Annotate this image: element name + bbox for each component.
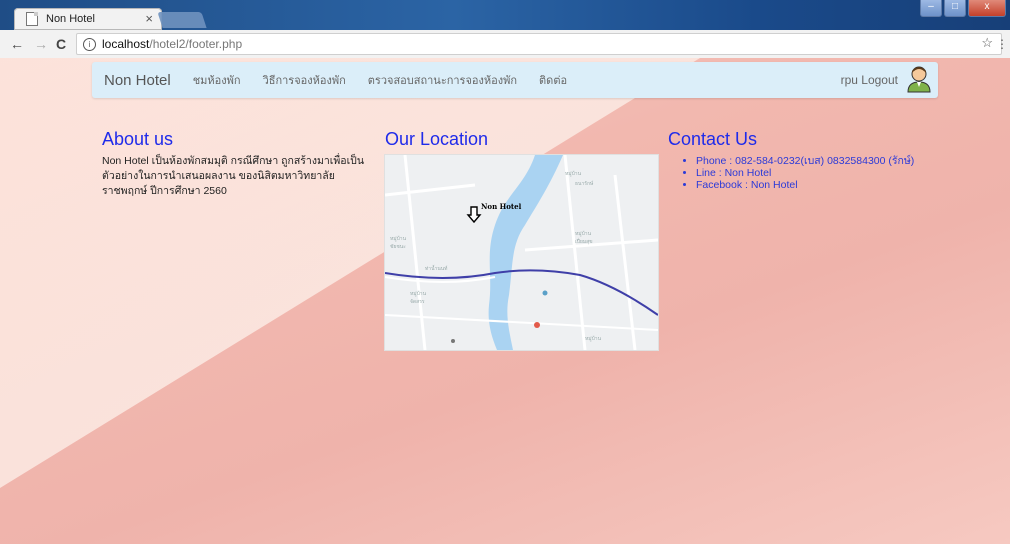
svg-text:หมู่บ้าน: หมู่บ้าน	[565, 170, 582, 177]
window-close-button[interactable]: x	[968, 0, 1006, 17]
location-title: Our Location	[385, 129, 489, 149]
window-controls: – □ x	[918, 0, 1006, 17]
minimize-button[interactable]: –	[920, 0, 942, 17]
page-viewport: Non Hotel ชมห้องพัก วิธีการจองห้องพัก ตร…	[0, 58, 1010, 544]
tab-close-icon[interactable]: ×	[145, 11, 153, 26]
about-text: Non Hotel เป็นห้องพักสมมุติ กรณีศึกษา ถู…	[102, 155, 365, 197]
forward-button[interactable]: →	[34, 36, 48, 52]
svg-text:หมู่บ้าน: หมู่บ้าน	[575, 230, 592, 237]
nav-link-howto-book[interactable]: วิธีการจองห้องพัก	[263, 71, 346, 89]
url-path: /hotel2/footer.php	[149, 37, 243, 51]
site-info-icon[interactable]: i	[83, 37, 96, 51]
about-title: About us	[102, 129, 174, 149]
contact-phone[interactable]: Phone : 082-584-0232(เบส) 0832584300 (รั…	[696, 155, 914, 167]
user-avatar-icon[interactable]	[906, 65, 932, 93]
contact-line[interactable]: Line : Non Hotel	[696, 167, 914, 179]
browser-menu-icon[interactable]: ⋮	[996, 37, 1008, 51]
maximize-button[interactable]: □	[944, 0, 966, 17]
url-host: localhost	[102, 37, 150, 51]
new-tab-button[interactable]	[157, 12, 207, 28]
brand-link[interactable]: Non Hotel	[104, 72, 171, 89]
svg-text:เปี่ยมสุข: เปี่ยมสุข	[575, 238, 593, 245]
address-bar-row: ← → C i localhost/hotel2/footer.php ☆ ⋮	[0, 30, 1010, 59]
back-button[interactable]: ←	[10, 36, 24, 52]
tab-title: Non Hotel	[46, 13, 95, 25]
svg-text:ธนารักษ์: ธนารักษ์	[575, 180, 594, 187]
reload-button[interactable]: C	[56, 36, 66, 52]
url-input[interactable]: i localhost/hotel2/footer.php ☆	[76, 33, 1002, 55]
bookmark-star-icon[interactable]: ☆	[981, 35, 993, 51]
location-map[interactable]: หมู่บ้าน ธนารักษ์ หมู่บ้าน เปี่ยมสุข หมู…	[384, 154, 659, 351]
browser-tab[interactable]: Non Hotel ×	[14, 8, 162, 30]
svg-text:หมู่บ้าน: หมู่บ้าน	[585, 335, 602, 342]
page-icon	[26, 12, 38, 26]
svg-text:จัดสรร: จัดสรร	[410, 299, 425, 305]
nav-link-rooms[interactable]: ชมห้องพัก	[193, 71, 241, 89]
browser-tab-strip: Non Hotel × – □ x	[0, 0, 1010, 30]
contact-title: Contact Us	[668, 129, 758, 149]
nav-link-contact[interactable]: ติดต่อ	[539, 71, 567, 89]
nav-link-booking-status[interactable]: ตรวจสอบสถานะการจองห้องพัก	[368, 71, 517, 89]
contact-list: Phone : 082-584-0232(เบส) 0832584300 (รั…	[680, 155, 914, 191]
svg-text:หมู่บ้าน: หมู่บ้าน	[390, 235, 407, 242]
svg-text:หมู่บ้าน: หมู่บ้าน	[410, 290, 427, 297]
svg-text:ชัยชนะ: ชัยชนะ	[390, 244, 406, 250]
map-marker-label: Non Hotel	[481, 202, 522, 211]
logout-link[interactable]: rpu Logout	[841, 73, 898, 87]
top-navbar: Non Hotel ชมห้องพัก วิธีการจองห้องพัก ตร…	[92, 62, 938, 98]
contact-facebook[interactable]: Facebook : Non Hotel	[696, 179, 914, 191]
